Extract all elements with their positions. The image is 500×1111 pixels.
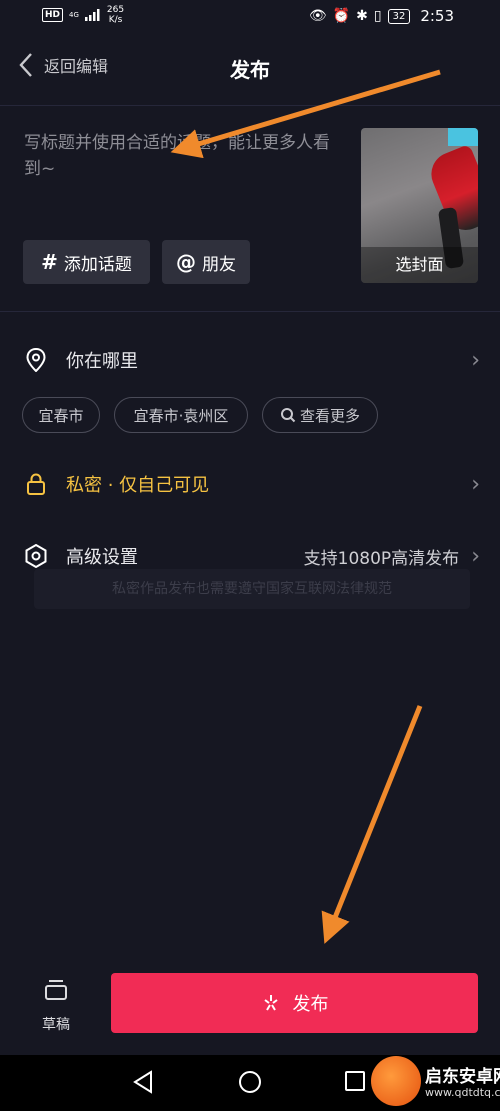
hexagon-settings-icon	[24, 544, 48, 568]
back-button[interactable]: 返回编辑	[18, 52, 108, 78]
cover-picker[interactable]: 选封面	[361, 128, 478, 283]
watermark-url: www.qdtdtq.com	[425, 1086, 500, 1099]
advanced-settings-label: 高级设置	[66, 547, 138, 568]
chevron-right-icon: ›	[471, 471, 480, 497]
caption-input[interactable]: 写标题并使用合适的话题，能让更多人看到~	[24, 130, 344, 182]
drafts-box-icon	[45, 980, 67, 1000]
nav-recents-icon[interactable]	[344, 1070, 366, 1092]
privacy-label: 私密 · 仅自己可见	[66, 475, 210, 496]
watermark-title: 启东安卓网	[425, 1067, 500, 1087]
vibrate-icon: ▯	[373, 8, 382, 24]
hd-badge: HD	[42, 8, 64, 22]
location-chip[interactable]: 宜春市	[22, 397, 100, 433]
more-locations-label: 查看更多	[299, 406, 360, 425]
location-chip[interactable]: 宜春市·袁州区	[114, 397, 248, 433]
at-icon: @	[176, 250, 196, 274]
back-label: 返回编辑	[44, 57, 109, 76]
search-icon	[280, 408, 296, 423]
header-divider	[0, 105, 500, 106]
location-pin-icon	[24, 348, 48, 372]
bluetooth-icon: ✱	[356, 8, 368, 24]
alarm-icon: ⏰	[332, 8, 351, 24]
privacy-row[interactable]: 私密 · 仅自己可见 ›	[24, 470, 480, 498]
publish-button[interactable]: 发布	[111, 973, 478, 1033]
network-type: 4G	[69, 11, 79, 19]
section-divider	[0, 311, 500, 312]
status-right: 👁 ⏰ ✱ ▯ 32 2:53	[309, 7, 454, 25]
more-locations-chip[interactable]: 查看更多	[262, 397, 378, 433]
annotation-arrow	[321, 705, 423, 944]
cover-image-detail	[448, 128, 478, 146]
location-row[interactable]: 你在哪里 ›	[24, 346, 480, 374]
mention-friends-label: 朋友	[202, 254, 236, 275]
status-left: HD 4G 265 K/s	[42, 5, 124, 25]
net-speed-unit: K/s	[108, 15, 123, 25]
battery-indicator: 32	[387, 8, 411, 24]
signal-icon	[84, 9, 100, 21]
lock-icon	[24, 472, 48, 496]
sparkle-icon	[263, 995, 278, 1011]
chevron-left-icon	[19, 53, 32, 77]
mention-friends-button[interactable]: @ 朋友	[162, 240, 250, 284]
location-label: 你在哪里	[66, 351, 138, 372]
nav-back-icon[interactable]	[132, 1070, 154, 1094]
advanced-settings-value: 支持1080P高清发布	[303, 548, 460, 569]
watermark-logo-icon	[371, 1056, 421, 1106]
location-chip-label: 宜春市·袁州区	[133, 406, 229, 425]
cover-label: 选封面	[361, 247, 478, 283]
add-topic-button[interactable]: # 添加话题	[23, 240, 150, 284]
drafts-label: 草稿	[42, 1017, 70, 1033]
net-speed-value: 265	[106, 5, 125, 15]
privacy-notice: 私密作品发布也需要遵守国家互联网法律规范	[34, 569, 470, 609]
status-bar: HD 4G 265 K/s 👁 ⏰ ✱ ▯ 32 2:53	[0, 0, 500, 34]
eye-icon: 👁	[308, 8, 327, 24]
drafts-button[interactable]: 草稿	[28, 978, 84, 1034]
hashtag-icon: #	[41, 250, 58, 274]
nav-home-icon[interactable]	[238, 1070, 262, 1094]
advanced-settings-row[interactable]: 高级设置 支持1080P高清发布 ›	[24, 542, 480, 570]
net-speed: 265 K/s	[107, 5, 124, 25]
clock: 2:53	[420, 7, 454, 25]
add-topic-label: 添加话题	[63, 254, 132, 275]
publish-label: 发布	[292, 994, 329, 1015]
location-chip-label: 宜春市	[38, 406, 84, 425]
chevron-right-icon: ›	[471, 543, 480, 569]
site-watermark: 启东安卓网 www.qdtdtq.com	[365, 1052, 500, 1111]
chevron-right-icon: ›	[471, 347, 480, 373]
